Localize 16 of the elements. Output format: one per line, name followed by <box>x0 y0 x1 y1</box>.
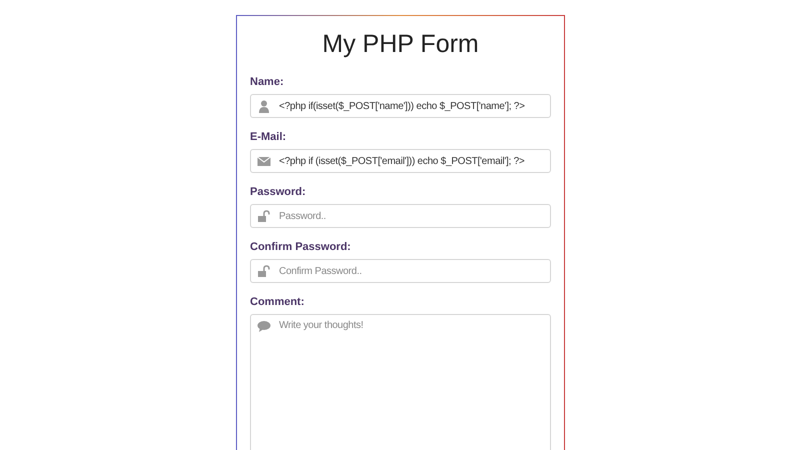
lock-icon <box>257 264 271 278</box>
speech-bubble-icon <box>257 320 271 332</box>
form-title: My PHP Form <box>321 30 480 59</box>
input-field[interactable]: <?php if (isset($_POST['email'])) echo $_POST['email']; ?> <box>250 149 551 173</box>
envelope-icon <box>257 154 271 168</box>
field-label: Comment: <box>250 296 306 308</box>
field-label: Confirm Password: <box>250 241 352 253</box>
user-icon <box>257 100 271 112</box>
input-field[interactable]: Password.. <box>250 204 551 228</box>
field-label: E-Mail: <box>250 131 288 143</box>
lock-icon <box>257 210 271 222</box>
input-field[interactable]: Confirm Password.. <box>250 259 551 283</box>
field-label: Name: <box>250 76 285 88</box>
input-field[interactable]: <?php if(isset($_POST['name'])) echo $_POST['name']; ?> <box>250 94 551 118</box>
field-label: Password: <box>250 186 307 198</box>
comment-field[interactable]: Write your thoughts! <box>250 314 551 450</box>
